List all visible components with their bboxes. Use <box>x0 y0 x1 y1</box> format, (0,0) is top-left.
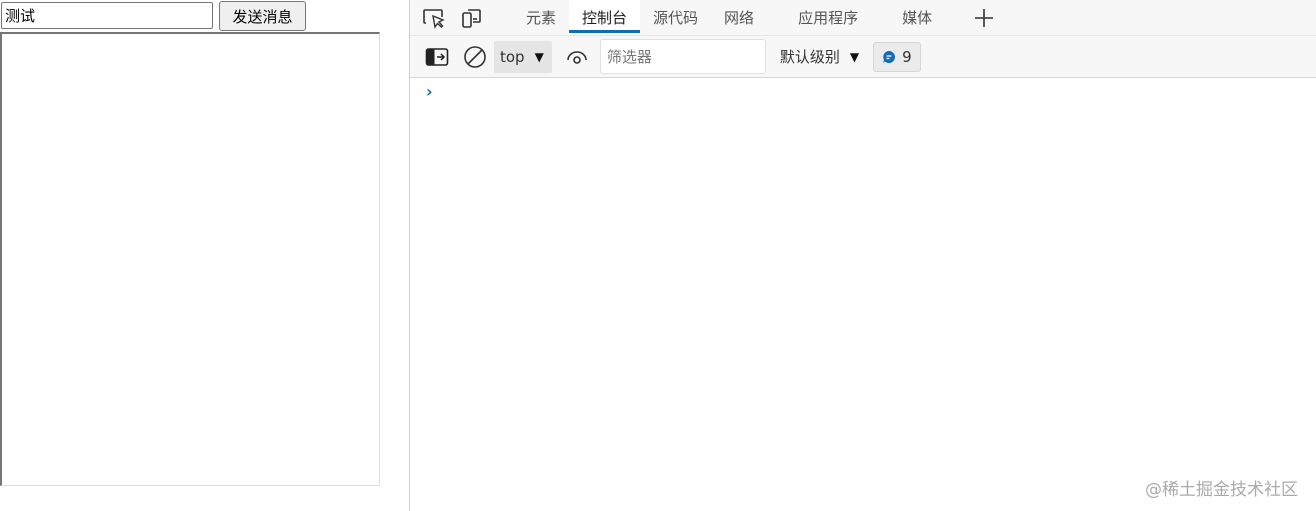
device-emulation-icon[interactable] <box>453 3 491 33</box>
clear-console-icon[interactable] <box>456 42 494 72</box>
filter-input[interactable] <box>599 39 766 74</box>
watermark: @稀土掘金技术社区 <box>1145 480 1298 500</box>
message-input[interactable] <box>1 2 213 29</box>
message-bubble-icon <box>883 50 896 63</box>
console-toolbar: top ▼ 默认级别 ▼ 9 <box>410 35 1316 78</box>
console-prompt-icon[interactable]: › <box>426 82 433 101</box>
devtools-panel: 元素 控制台 源代码 网络 应用程序 媒体 top ▼ 默认级别 ▼ 9 <box>409 0 1316 511</box>
log-level-value: 默认级别 <box>779 48 840 66</box>
context-selector[interactable]: top ▼ <box>494 40 552 73</box>
dropdown-arrow-icon: ▼ <box>534 49 544 64</box>
tab-application[interactable]: 应用程序 <box>785 0 871 35</box>
live-expression-eye-icon[interactable] <box>558 42 596 72</box>
tab-network[interactable]: 网络 <box>711 0 767 35</box>
send-message-button[interactable]: 发送消息 <box>219 1 306 31</box>
dropdown-arrow-icon: ▼ <box>849 49 860 64</box>
tab-sources[interactable]: 源代码 <box>640 0 711 35</box>
page-area: 发送消息 <box>0 0 409 511</box>
message-count-badge[interactable]: 9 <box>873 41 921 72</box>
devtools-tabbar: 元素 控制台 源代码 网络 应用程序 媒体 <box>410 0 1316 35</box>
message-count: 9 <box>902 47 912 66</box>
context-value: top <box>500 47 525 66</box>
toggle-sidebar-icon[interactable] <box>418 42 456 72</box>
inspect-element-icon[interactable] <box>415 3 453 33</box>
tab-elements[interactable]: 元素 <box>513 0 569 35</box>
message-log-textarea[interactable] <box>0 32 380 486</box>
add-tab-icon[interactable] <box>965 3 1003 33</box>
tab-console[interactable]: 控制台 <box>569 0 641 35</box>
tab-media[interactable]: 媒体 <box>889 0 945 35</box>
log-level-dropdown[interactable]: 默认级别 ▼ <box>780 46 859 67</box>
